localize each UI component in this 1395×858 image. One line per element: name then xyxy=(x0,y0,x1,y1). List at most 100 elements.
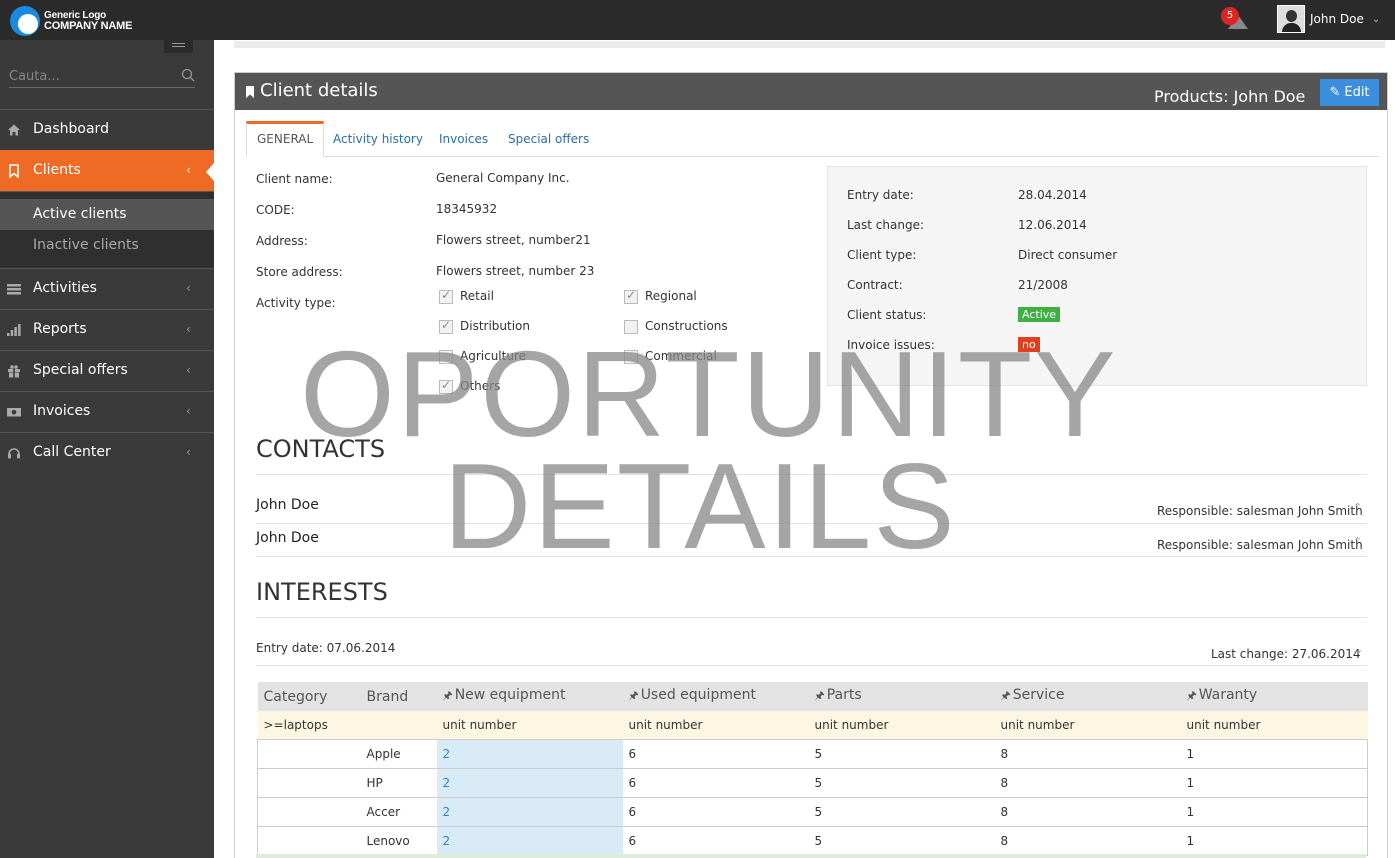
sidebar-item-label: Dashboard xyxy=(33,121,109,137)
checkbox-label: Distribution xyxy=(460,319,531,333)
sidebar-toggle-button[interactable] xyxy=(164,40,193,53)
notification-badge: 5 xyxy=(1221,7,1239,25)
chevron-down-icon: ⌄ xyxy=(1371,13,1381,25)
table-cell: 5 xyxy=(808,826,995,856)
store-address-value: Flowers street, number 23 xyxy=(436,264,595,278)
edit-label: Edit xyxy=(1344,85,1370,100)
table-cell: 5 xyxy=(808,739,995,769)
tab-bar: GENERAL Activity history Invoices Specia… xyxy=(246,121,1379,157)
column-header[interactable]: 🖈 Used equipment xyxy=(622,682,809,711)
headset-icon xyxy=(8,448,20,459)
table-cell: 6 xyxy=(622,797,809,827)
interests-entry-date: Entry date: 07.06.2014 xyxy=(256,641,396,655)
sidebar-subitem-active-clients[interactable]: Active clients xyxy=(0,199,214,230)
tab-activity-history[interactable]: Activity history xyxy=(333,121,423,157)
table-cell: unit number xyxy=(808,711,995,740)
last-change-label: Last change: xyxy=(847,218,925,232)
table-cell-link[interactable]: 2 xyxy=(436,826,623,856)
entry-date-value: 28.04.2014 xyxy=(1018,188,1087,202)
user-name: John Doe xyxy=(1310,12,1364,26)
table-cell: 1 xyxy=(1180,768,1368,798)
table-cell: 1 xyxy=(1180,739,1368,769)
chevron-down-icon[interactable]: ⌄ xyxy=(1354,643,1363,656)
activity-type-label: Activity type: xyxy=(256,296,336,310)
column-header[interactable]: 🖈 Parts xyxy=(808,682,995,711)
table-cell: Apple xyxy=(360,739,437,769)
sidebar-item-activities[interactable]: Activities ‹ xyxy=(0,268,214,309)
company-logo[interactable]: Generic Logo COMPANY NAME xyxy=(10,6,132,36)
code-label: CODE: xyxy=(256,203,295,217)
checkbox-retail[interactable] xyxy=(439,288,453,304)
divider xyxy=(256,556,1367,557)
sidebar-item-clients[interactable]: Clients ‹ xyxy=(0,150,214,191)
checkbox-others[interactable] xyxy=(439,378,453,394)
checkbox-constructions[interactable] xyxy=(624,320,638,334)
column-header[interactable]: Brand xyxy=(360,682,437,711)
pin-icon: 🖈 xyxy=(628,689,639,702)
table-row: HP 2 6 5 8 1 xyxy=(257,768,1368,798)
search-input[interactable] xyxy=(9,66,169,86)
sidebar-item-label: Call Center xyxy=(33,444,111,460)
list-icon xyxy=(7,284,21,295)
checkbox-distribution[interactable] xyxy=(439,318,453,334)
table-row: Accer 2 6 5 8 1 xyxy=(257,797,1368,827)
column-header[interactable]: Category xyxy=(257,682,361,711)
checkbox-regional[interactable] xyxy=(624,288,638,304)
logo-icon xyxy=(10,6,40,36)
interests-last-change: Last change: 27.06.2014 xyxy=(1211,647,1361,661)
store-address-label: Store address: xyxy=(256,265,343,279)
table-cell: 6 xyxy=(622,768,809,798)
column-header[interactable]: 🖈 Waranty xyxy=(1180,682,1368,711)
sidebar-item-special-offers[interactable]: Special offers ‹ xyxy=(0,350,214,391)
tab-special-offers[interactable]: Special offers xyxy=(508,121,589,157)
table-cell: 8 xyxy=(994,768,1181,798)
chevron-left-icon: ‹ xyxy=(186,404,191,418)
products-label: Products: John Doe xyxy=(1154,87,1306,106)
table-cell-link[interactable]: 2 xyxy=(436,768,623,798)
money-icon xyxy=(7,408,21,417)
tab-general[interactable]: GENERAL xyxy=(246,121,325,157)
sidebar-item-dashboard[interactable]: Dashboard xyxy=(0,109,214,150)
code-value: 18345932 xyxy=(436,202,498,216)
checkbox-commercial[interactable] xyxy=(624,350,638,364)
sidebar-item-call-center[interactable]: Call Center ‹ xyxy=(0,432,214,473)
sidebar-item-reports[interactable]: Reports ‹ xyxy=(0,309,214,350)
sidebar-subitem-inactive-clients[interactable]: Inactive clients xyxy=(0,230,214,261)
checkbox-agriculture[interactable] xyxy=(439,350,453,364)
chevron-up-icon[interactable]: ⌃ xyxy=(1353,501,1362,514)
table-cell: Accer xyxy=(360,797,437,827)
table-cell xyxy=(360,711,437,740)
table-cell: unit number xyxy=(436,711,623,740)
divider xyxy=(256,474,1367,475)
tab-invoices[interactable]: Invoices xyxy=(439,121,488,157)
table-cell-link[interactable]: 2 xyxy=(436,797,623,827)
search-box xyxy=(9,66,195,88)
client-name-label: Client name: xyxy=(256,172,333,186)
sidebar-item-invoices[interactable]: Invoices ‹ xyxy=(0,391,214,432)
table-cell: 1 xyxy=(1180,797,1368,827)
column-header[interactable]: 🖈 Service xyxy=(994,682,1181,711)
edit-button[interactable]: ✎ Edit xyxy=(1320,79,1379,106)
user-menu[interactable]: John Doe ⌄ xyxy=(1277,5,1380,33)
sidebar-item-label: Invoices xyxy=(33,403,91,419)
contact-name[interactable]: John Doe xyxy=(256,497,319,513)
client-name-value: General Company Inc. xyxy=(436,171,570,185)
chevron-up-icon[interactable]: ⌃ xyxy=(1353,535,1362,548)
client-type-value: Direct consumer xyxy=(1018,248,1118,262)
sidebar-item-label: Clients xyxy=(33,162,81,178)
table-subheader-row: >=laptops unit number unit number unit n… xyxy=(257,711,1368,740)
contact-name[interactable]: John Doe xyxy=(256,530,319,546)
table-cell: 8 xyxy=(994,797,1181,827)
search-icon[interactable] xyxy=(181,68,195,82)
pin-icon: 🖈 xyxy=(442,689,453,702)
sidebar: Dashboard Clients ‹ Active clients Inact… xyxy=(0,40,214,858)
pin-icon: 🖈 xyxy=(1186,689,1197,702)
column-header[interactable]: 🖈 New equipment xyxy=(436,682,623,711)
table-row: Apple 2 6 5 8 1 xyxy=(257,739,1368,769)
table-cell-link[interactable]: 2 xyxy=(436,739,623,769)
divider xyxy=(256,523,1367,524)
table-cell: unit number xyxy=(622,711,809,740)
client-details-panel: Client details Products: John Doe ✎ Edit… xyxy=(234,72,1388,858)
panel-title: Client details xyxy=(260,80,378,101)
notifications-button[interactable]: 5 xyxy=(1221,7,1250,33)
